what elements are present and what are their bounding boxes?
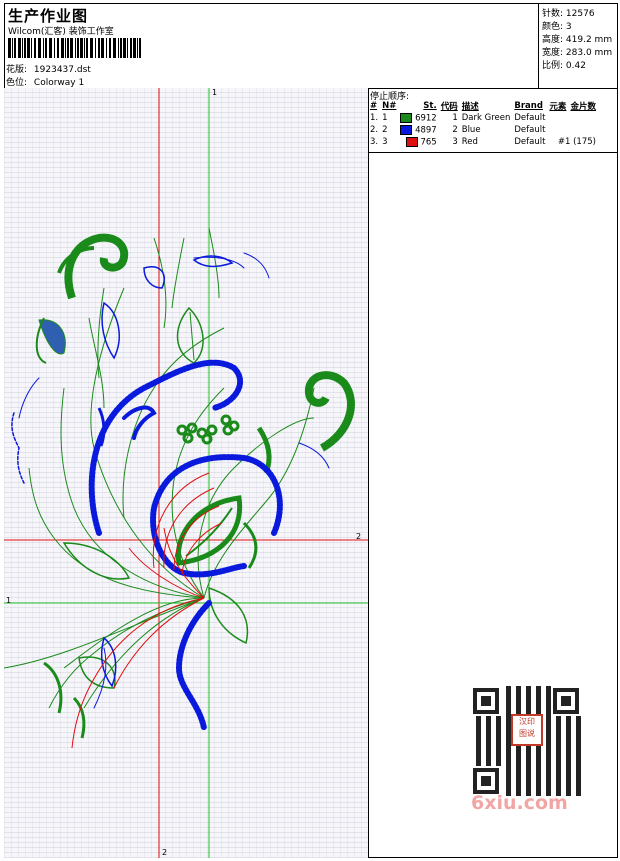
stat-colors: 颜色: 3 bbox=[542, 22, 572, 32]
qr-code: 汉印 图说 bbox=[471, 686, 581, 796]
design-file: 1923437.dst bbox=[33, 65, 91, 75]
seal-stamp: 汉印 图说 bbox=[511, 714, 543, 746]
col-needle: N# bbox=[382, 101, 397, 111]
table-row: 3. 3 765 3 Red Default #1 (175) bbox=[370, 136, 596, 148]
stop-sequence-table: # N# St. 代码 描述 Brand 元素 金片数 1. 1 6912 1 … bbox=[368, 100, 598, 148]
green-motifs bbox=[35, 233, 355, 739]
guide-label-green-horizontal: 1 bbox=[6, 596, 12, 605]
colorway-name: Colorway 1 bbox=[33, 78, 85, 88]
header: 生产作业图 Wilcom(汇客) 装饰工作室 花版: 1923437.dst 色… bbox=[4, 3, 618, 89]
color-swatch bbox=[400, 112, 413, 123]
col-index: # bbox=[370, 101, 378, 111]
stat-scale: 比例: 0.42 bbox=[542, 61, 586, 71]
col-description: 描述 bbox=[461, 102, 479, 112]
stats-panel: 针数: 12576 颜色: 3 高度: 419.2 mm 宽度: 283.0 m… bbox=[538, 3, 618, 89]
col-code: 代码 bbox=[440, 102, 458, 112]
embroidery-design bbox=[4, 88, 368, 858]
color-swatch bbox=[400, 124, 413, 135]
table-divider bbox=[368, 152, 618, 153]
table-row: 1. 1 6912 1 Dark Green Default bbox=[370, 112, 546, 124]
col-brand: Brand bbox=[514, 101, 543, 111]
col-element: 元素 bbox=[549, 102, 567, 112]
color-swatch bbox=[405, 136, 418, 147]
stat-width: 宽度: 283.0 mm bbox=[542, 48, 613, 58]
col-stitches: St. bbox=[423, 101, 437, 111]
guide-label-red-vertical: 2 bbox=[162, 848, 168, 857]
barcode bbox=[8, 38, 141, 58]
colorway-label: 色位: bbox=[6, 78, 28, 88]
colorway-row: 色位: Colorway 1 bbox=[6, 75, 84, 88]
stat-stitches: 针数: 12576 bbox=[542, 9, 595, 19]
table-row: 2. 2 4897 2 Blue Default bbox=[370, 124, 546, 136]
watermark-text: 6xiu.com bbox=[471, 792, 568, 814]
design-file-row: 花版: 1923437.dst bbox=[6, 62, 91, 75]
blue-scrolls bbox=[11, 252, 330, 731]
guide-label-green-vertical: 1 bbox=[212, 88, 218, 97]
table-header-row: # N# St. 代码 描述 Brand 元素 金片数 bbox=[368, 100, 598, 112]
col-sequins: 金片数 bbox=[570, 102, 596, 112]
embroidery-canvas: 1 1 2 2 bbox=[4, 88, 369, 858]
stop-sequence-panel: 停止顺序: # N# St. 代码 描述 Brand 元素 金片数 1. 1 6… bbox=[368, 88, 618, 858]
design-label: 花版: bbox=[6, 65, 28, 75]
stat-height: 高度: 419.2 mm bbox=[542, 35, 613, 45]
studio-name: Wilcom(汇客) 装饰工作室 bbox=[8, 27, 114, 37]
page-title: 生产作业图 bbox=[8, 7, 89, 25]
guide-label-red-horizontal: 2 bbox=[356, 532, 362, 541]
